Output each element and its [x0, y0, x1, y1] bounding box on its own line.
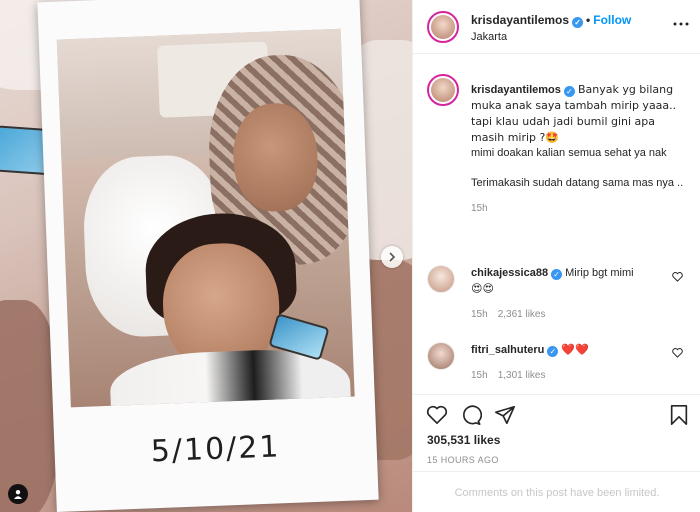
verified-badge-icon: ✓	[572, 17, 584, 28]
comment-meta: 15h 1,301 likes	[471, 370, 556, 381]
comment-meta: 15h 2,361 likes	[471, 309, 556, 320]
post-caption: krisdayantilemos ✓ Banyak yg bilang muka …	[471, 82, 689, 216]
likes-count[interactable]: 305,531 likes	[427, 433, 500, 447]
send-icon	[495, 405, 515, 425]
comment-username[interactable]: chikajessica88	[471, 267, 548, 279]
instagram-post: 5/10/21 krisdayantilemos ✓ • Follow Jakarta	[0, 0, 700, 512]
avatar[interactable]	[427, 342, 455, 370]
follow-button[interactable]: Follow	[593, 13, 631, 27]
comment-text: Mirip bgt mimi	[565, 267, 634, 279]
verified-badge-icon: ✓	[563, 86, 575, 97]
comment-likes[interactable]: 1,301 likes	[498, 370, 546, 381]
chevron-right-icon	[389, 252, 396, 262]
avatar[interactable]	[427, 11, 459, 43]
like-comment-heart-icon[interactable]	[672, 272, 683, 282]
caption-username[interactable]: krisdayantilemos	[471, 84, 561, 96]
caption-line: mimi doakan kalian semua sehat ya nak	[471, 147, 667, 159]
comment-bubble-icon	[463, 405, 482, 425]
caption-time[interactable]: 15h	[471, 201, 689, 216]
comment-emoji: 😍😍	[471, 282, 494, 295]
comment-body: chikajessica88 ✓ Mirip bgt mimi 😍😍	[471, 265, 671, 297]
caption-line: Terimakasih sudah datang sama mas nya ..	[471, 177, 684, 189]
comment-username[interactable]: fitri_salhuteru	[471, 344, 544, 356]
comment-body: fitri_salhuteru ✓ ❤️❤️	[471, 342, 671, 358]
comments-limited-notice: Comments on this post have been limited.	[413, 471, 700, 512]
comment-time[interactable]: 15h	[471, 370, 488, 381]
location-link[interactable]: Jakarta	[471, 31, 507, 43]
author-username[interactable]: krisdayantilemos	[471, 13, 569, 27]
save-button[interactable]	[667, 403, 691, 427]
next-slide-button[interactable]	[381, 246, 403, 268]
post-actions: 305,531 likes 15 HOURS AGO Comments on t…	[413, 394, 700, 512]
post-timestamp[interactable]: 15 HOURS AGO	[427, 455, 499, 465]
comment-button[interactable]	[459, 403, 483, 427]
user-tag-icon	[14, 490, 22, 499]
post-media[interactable]: 5/10/21	[0, 0, 412, 512]
handwritten-date: 5/10/21	[150, 429, 282, 470]
caption-avatar[interactable]	[427, 74, 459, 106]
more-options-icon[interactable]	[673, 22, 689, 26]
post-sidebar: krisdayantilemos ✓ • Follow Jakarta krisday…	[412, 0, 700, 512]
like-button[interactable]	[425, 403, 449, 427]
share-button[interactable]	[493, 403, 517, 427]
comment-time[interactable]: 15h	[471, 309, 488, 320]
verified-badge-icon: ✓	[551, 269, 563, 280]
comment-likes[interactable]: 2,361 likes	[498, 309, 546, 320]
polaroid-frame: 5/10/21	[37, 0, 379, 512]
post-header: krisdayantilemos ✓ • Follow Jakarta	[413, 0, 700, 54]
tagged-users-button[interactable]	[8, 484, 28, 504]
separator-dot: •	[586, 13, 591, 27]
avatar[interactable]	[427, 265, 455, 293]
header-username-row: krisdayantilemos ✓ • Follow	[471, 13, 631, 28]
comments-section[interactable]: krisdayantilemos ✓ Banyak yg bilang muka …	[413, 54, 700, 394]
like-comment-heart-icon[interactable]	[672, 348, 683, 358]
verified-badge-icon: ✓	[547, 346, 559, 357]
comment-emoji: ❤️❤️	[561, 343, 589, 356]
bookmark-icon	[670, 405, 688, 425]
heart-icon	[426, 405, 448, 424]
